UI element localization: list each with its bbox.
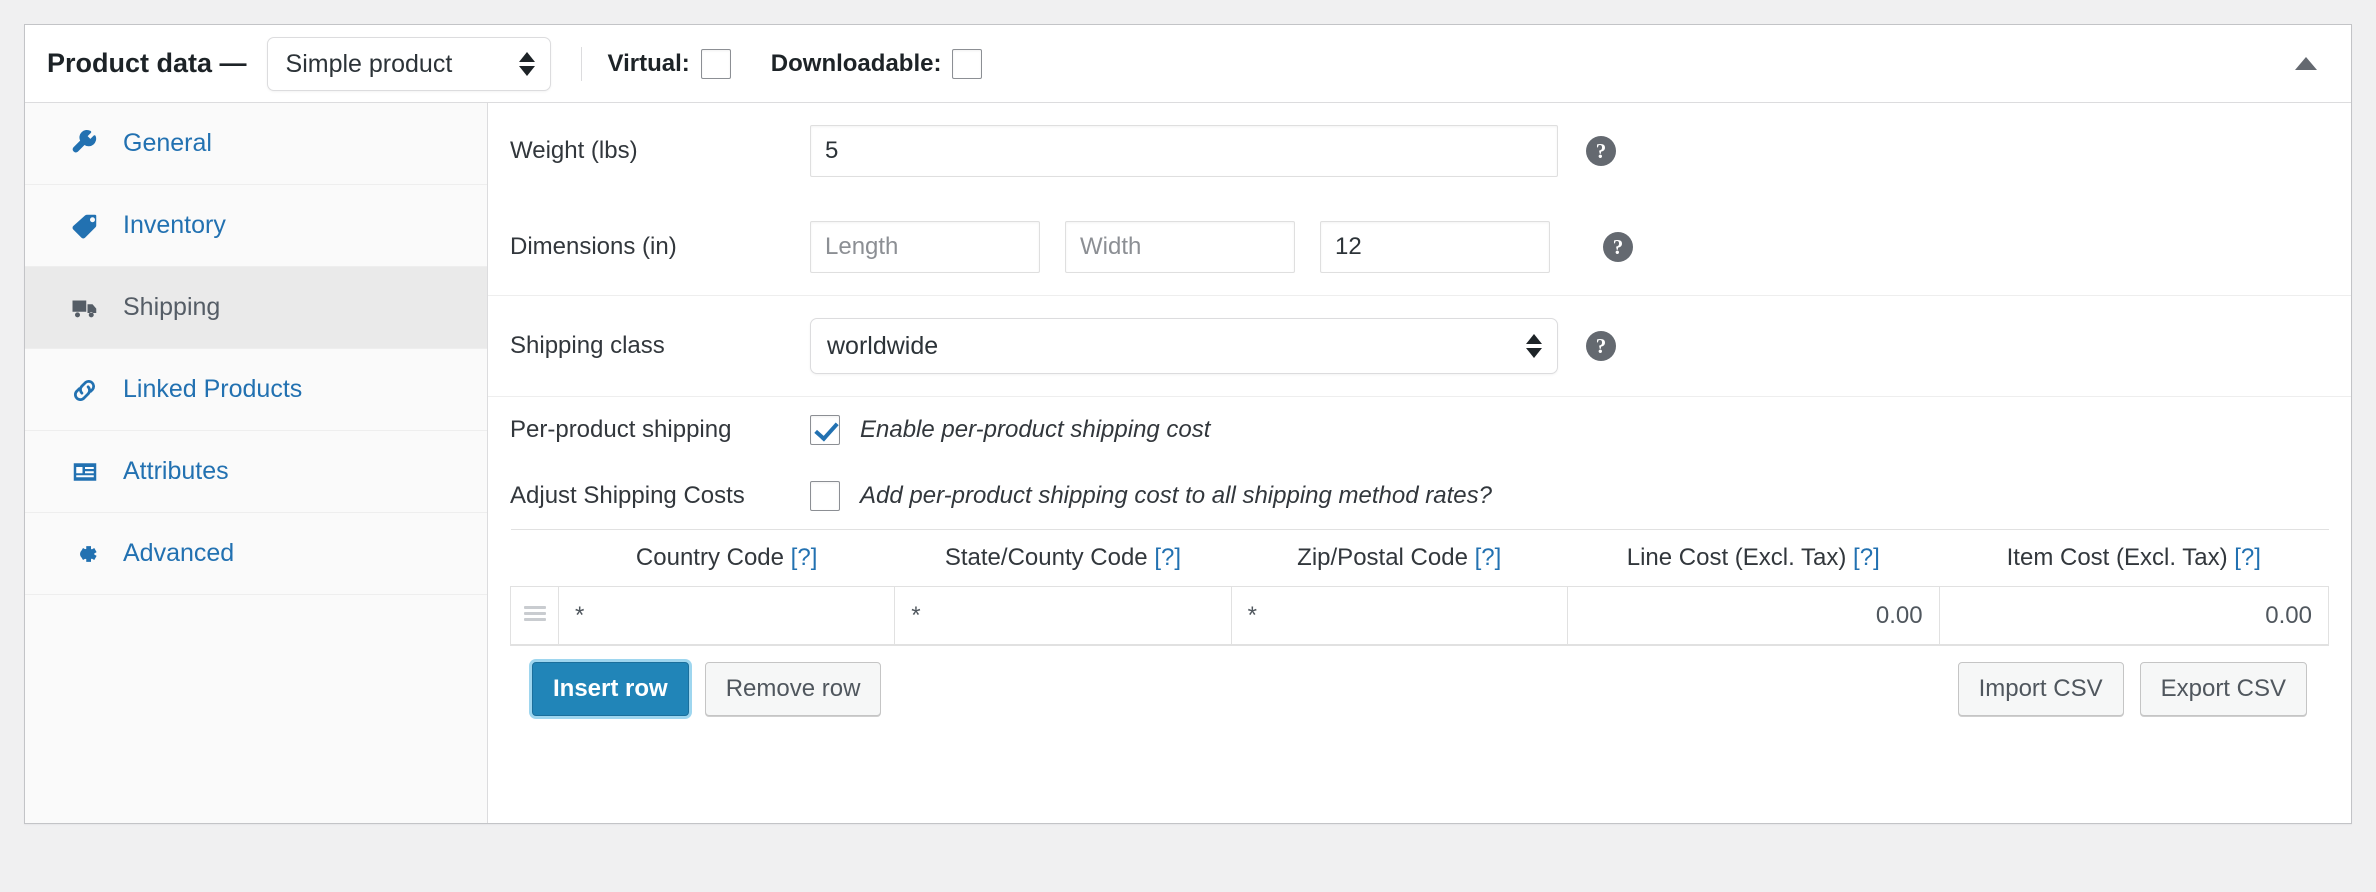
country-code-header: Country Code [?] — [558, 529, 895, 587]
weight-input[interactable] — [810, 125, 1558, 177]
question-mark-icon[interactable]: ? — [1586, 136, 1616, 166]
sidebar-item-label: Advanced — [123, 539, 235, 567]
per-product-shipping-label: Per-product shipping — [510, 416, 732, 443]
state-county-code-header: State/County Code [?] — [894, 529, 1232, 587]
table-row — [510, 586, 2330, 645]
sidebar-item-linked-products[interactable]: Linked Products — [25, 349, 487, 431]
adjust-shipping-costs-checkbox[interactable] — [810, 481, 840, 511]
wrench-icon — [69, 128, 101, 160]
remove-row-button[interactable]: Remove row — [704, 662, 882, 716]
import-csv-button[interactable]: Import CSV — [1957, 662, 2124, 716]
item-cost-cell[interactable] — [1938, 586, 2330, 645]
virtual-label: Virtual: — [607, 49, 690, 77]
question-mark-icon[interactable]: ? — [1586, 331, 1616, 361]
sidebar-item-label: Linked Products — [123, 375, 303, 403]
product-data-tabs: General Inventory Shipping Linked Produc… — [25, 103, 488, 823]
virtual-checkbox-group[interactable]: Virtual: — [607, 48, 731, 79]
virtual-checkbox[interactable] — [700, 48, 731, 79]
weight-row: Weight (lbs) ? — [488, 103, 2351, 199]
dimensions-label: Dimensions (in) — [510, 233, 677, 260]
height-input[interactable] — [1320, 221, 1550, 273]
sidebar-item-advanced[interactable]: Advanced — [25, 513, 487, 595]
product-data-metabox: Product data — Simple product Virtual: D… — [24, 24, 2352, 824]
zip-postal-code-input[interactable] — [1231, 587, 1567, 644]
shipping-rates-table: Country Code [?] State/County Code [?] Z… — [510, 529, 2330, 645]
downloadable-checkbox[interactable] — [952, 48, 983, 79]
item-cost-help-link[interactable]: [?] — [2234, 544, 2261, 571]
country-code-help-link[interactable]: [?] — [791, 544, 818, 571]
adjust-shipping-costs-row: Adjust Shipping Costs Add per-product sh… — [488, 463, 2351, 529]
per-product-shipping-checkbox[interactable] — [810, 415, 840, 445]
product-type-select[interactable]: Simple product — [266, 36, 551, 91]
sidebar-item-attributes[interactable]: Attributes — [25, 431, 487, 513]
sidebar-item-label: Inventory — [123, 211, 226, 239]
drag-handle-icon[interactable] — [523, 603, 546, 624]
link-icon — [69, 374, 101, 406]
state-county-code-input[interactable] — [895, 587, 1231, 644]
adjust-shipping-costs-checkbox-label: Add per-product shipping cost to all shi… — [860, 482, 1492, 509]
downloadable-checkbox-group[interactable]: Downloadable: — [770, 48, 983, 79]
line-cost-input[interactable] — [1567, 587, 1939, 644]
line-cost-cell[interactable] — [1566, 586, 1940, 645]
weight-label: Weight (lbs) — [510, 137, 638, 164]
shipping-class-select-wrapper[interactable]: worldwide — [810, 318, 1558, 374]
line-cost-header: Line Cost (Excl. Tax) [?] — [1567, 529, 1940, 587]
per-product-shipping-checkbox-label: Enable per-product shipping cost — [860, 416, 1211, 443]
product-type-select-wrapper[interactable]: Simple product — [266, 36, 551, 91]
zip-postal-code-header-text: Zip/Postal Code — [1297, 544, 1468, 571]
zip-postal-code-header: Zip/Postal Code [?] — [1231, 529, 1568, 587]
line-cost-header-text: Line Cost (Excl. Tax) — [1626, 544, 1847, 571]
item-cost-header-text: Item Cost (Excl. Tax) — [2006, 544, 2228, 571]
per-product-shipping-row: Per-product shipping Enable per-product … — [488, 397, 2351, 463]
collapse-toggle-button[interactable] — [2289, 47, 2323, 81]
state-county-code-help-link[interactable]: [?] — [1154, 544, 1181, 571]
shipping-rates-table-wrapper: Country Code [?] State/County Code [?] Z… — [488, 529, 2351, 645]
metabox-body: General Inventory Shipping Linked Produc… — [25, 103, 2351, 823]
insert-row-button[interactable]: Insert row — [532, 662, 689, 716]
shipping-class-select[interactable]: worldwide — [810, 318, 1558, 374]
country-code-header-text: Country Code — [635, 544, 784, 571]
width-input[interactable] — [1065, 221, 1295, 273]
triangle-up-icon — [2295, 57, 2317, 70]
table-header-row: Country Code [?] State/County Code [?] Z… — [510, 529, 2329, 587]
country-code-cell[interactable] — [557, 586, 896, 645]
adjust-shipping-costs-label: Adjust Shipping Costs — [510, 482, 745, 509]
country-code-input[interactable] — [559, 587, 895, 644]
dimensions-row: Dimensions (in) ? — [488, 199, 2351, 295]
sort-column-header — [510, 529, 559, 587]
truck-icon — [69, 292, 101, 324]
line-cost-help-link[interactable]: [?] — [1853, 544, 1880, 571]
shipping-class-row: Shipping class worldwide ? — [488, 296, 2351, 396]
state-county-code-header-text: State/County Code — [944, 544, 1148, 571]
item-cost-input[interactable] — [1939, 587, 2328, 644]
page-title: Product data — — [47, 48, 247, 78]
shipping-panel: Weight (lbs) ? Dimensions (in) ? Shippin… — [488, 103, 2351, 823]
sidebar-item-general[interactable]: General — [25, 103, 487, 185]
sidebar-item-inventory[interactable]: Inventory — [25, 185, 487, 267]
zip-postal-code-help-link[interactable]: [?] — [1475, 544, 1502, 571]
export-csv-button[interactable]: Export CSV — [2139, 662, 2307, 716]
header-divider — [580, 46, 582, 81]
gear-icon — [69, 538, 101, 570]
shipping-table-footer: Insert row Remove row Import CSV Export … — [510, 645, 2329, 738]
metabox-header: Product data — Simple product Virtual: D… — [25, 25, 2351, 103]
length-input[interactable] — [810, 221, 1040, 273]
question-mark-icon[interactable]: ? — [1603, 232, 1633, 262]
item-cost-header: Item Cost (Excl. Tax) [?] — [1939, 529, 2329, 587]
sidebar-item-shipping[interactable]: Shipping — [25, 267, 487, 349]
state-county-code-cell[interactable] — [894, 586, 1232, 645]
shipping-class-label: Shipping class — [510, 332, 665, 359]
list-view-icon — [69, 456, 101, 488]
sidebar-item-label: General — [123, 129, 212, 157]
row-drag-handle-cell[interactable] — [510, 586, 559, 645]
downloadable-label: Downloadable: — [770, 49, 942, 77]
sidebar-item-label: Shipping — [123, 293, 221, 321]
zip-postal-code-cell[interactable] — [1230, 586, 1568, 645]
sidebar-item-label: Attributes — [123, 457, 229, 485]
tag-icon — [69, 210, 101, 242]
